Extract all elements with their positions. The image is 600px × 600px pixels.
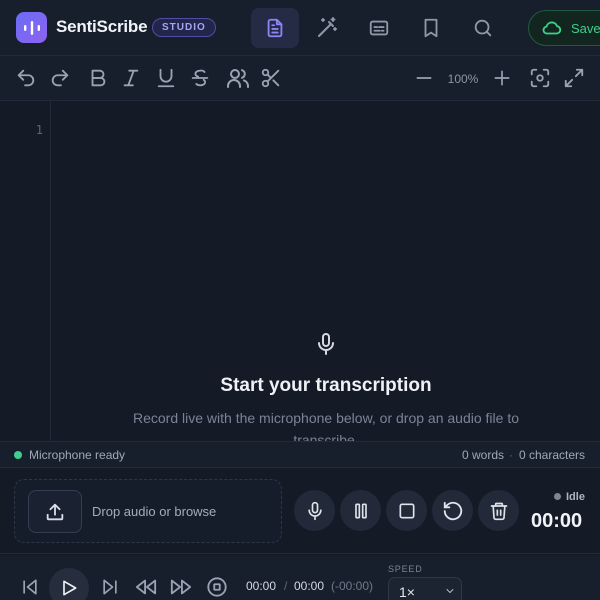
tab-bookmarks[interactable]	[407, 8, 455, 48]
skip-start-button[interactable]	[18, 575, 42, 599]
empty-state-subtitle: Record live with the microphone below, o…	[133, 410, 519, 441]
skip-forward-icon	[103, 579, 117, 595]
character-count: 0 characters	[519, 448, 586, 462]
save-status[interactable]: Saved	[528, 10, 600, 46]
waveform-icon	[23, 20, 40, 35]
speed-select[interactable]: 1×	[388, 577, 462, 600]
rewind-icon	[135, 579, 157, 595]
line-number: 1	[35, 123, 43, 137]
captions-icon	[369, 20, 389, 36]
redo-icon	[51, 69, 69, 87]
microphone-icon	[307, 501, 322, 520]
editor-toolbar: 100%	[0, 56, 600, 101]
count-separator: ·	[509, 448, 513, 462]
zoom-out-icon	[416, 77, 432, 79]
strikethrough-button[interactable]	[187, 65, 213, 91]
focus-mode-button[interactable]	[527, 65, 553, 91]
record-button[interactable]	[294, 490, 335, 531]
recording-timer: 00:00	[531, 510, 583, 532]
transcript-editor[interactable]: Start your transcription Record live wit…	[52, 101, 600, 441]
recorder-panel: Drop audio or browse Idle 00:00	[0, 468, 600, 554]
total-duration: 00:00	[294, 579, 325, 593]
play-icon	[63, 580, 77, 596]
cut-button[interactable]	[258, 65, 284, 91]
pause-button[interactable]	[340, 490, 381, 531]
reset-icon	[443, 501, 462, 520]
magic-wand-icon	[318, 17, 337, 37]
fullscreen-button[interactable]	[561, 65, 587, 91]
zoom-in-icon	[494, 70, 510, 86]
remaining-time: (-00:00)	[331, 579, 374, 593]
zoom-level: 100%	[447, 72, 479, 86]
app-header: SentiScribe STUDIO Saved	[0, 0, 600, 56]
redo-button[interactable]	[47, 65, 73, 91]
italic-icon	[123, 69, 139, 87]
speed-value: 1×	[399, 584, 415, 600]
microphone-icon	[314, 331, 338, 357]
studio-badge: STUDIO	[152, 18, 216, 37]
document-icon	[267, 18, 283, 38]
search-icon	[474, 19, 492, 37]
current-time: 00:00	[246, 579, 277, 593]
speakers-icon	[227, 69, 249, 88]
underline-icon	[157, 68, 175, 88]
pause-icon	[354, 503, 367, 518]
zoom-in-button[interactable]	[489, 65, 515, 91]
bold-button[interactable]	[85, 65, 111, 91]
stop-playback-button[interactable]	[205, 575, 229, 599]
tab-ai-enhance[interactable]	[303, 8, 351, 48]
zoom-out-button[interactable]	[411, 65, 437, 91]
strikethrough-icon	[191, 69, 209, 87]
undo-button[interactable]	[13, 65, 39, 91]
bold-icon	[91, 69, 106, 87]
speakers-button[interactable]	[225, 65, 251, 91]
audio-dropzone[interactable]: Drop audio or browse	[14, 479, 282, 543]
stop-circle-icon	[207, 577, 227, 597]
cloud-icon	[542, 21, 562, 35]
word-count: 0 words	[462, 448, 505, 462]
rewind-button[interactable]	[134, 575, 158, 599]
playback-bar: 00:00 / 00:00 (-00:00) SPEED 1×	[0, 555, 600, 600]
delete-button[interactable]	[478, 490, 519, 531]
undo-icon	[17, 69, 35, 87]
line-gutter: 1	[0, 101, 51, 441]
play-button[interactable]	[49, 568, 89, 600]
upload-button[interactable]	[28, 490, 82, 533]
saved-label: Saved	[571, 20, 600, 36]
mic-status: Microphone ready	[29, 448, 126, 462]
app-name: SentiScribe	[56, 17, 148, 36]
fullscreen-icon	[564, 68, 584, 88]
time-separator: /	[284, 579, 288, 593]
bookmark-icon	[424, 18, 438, 38]
empty-state-title: Start your transcription	[220, 375, 432, 396]
app-logo	[16, 12, 47, 43]
fast-forward-icon	[170, 579, 192, 595]
reset-button[interactable]	[432, 490, 473, 531]
skip-back-icon	[23, 579, 37, 595]
fast-forward-button[interactable]	[169, 575, 193, 599]
mic-status-dot	[14, 451, 22, 459]
skip-end-button[interactable]	[98, 575, 122, 599]
focus-icon	[530, 68, 550, 88]
tab-search[interactable]	[459, 8, 507, 48]
status-bar: Microphone ready 0 words · 0 characters	[0, 441, 600, 468]
dropzone-label: Drop audio or browse	[92, 504, 217, 519]
trash-icon	[490, 502, 507, 520]
scissors-icon	[261, 68, 280, 88]
upload-icon	[46, 503, 64, 520]
recorder-state-dot	[554, 493, 561, 500]
tab-document[interactable]	[251, 8, 299, 48]
stop-button[interactable]	[386, 490, 427, 531]
speed-label: SPEED	[388, 564, 423, 574]
tab-captions[interactable]	[355, 8, 403, 48]
underline-button[interactable]	[153, 65, 179, 91]
recorder-state: Idle	[566, 491, 585, 503]
chevron-down-icon	[444, 585, 456, 597]
stop-icon	[399, 503, 414, 518]
italic-button[interactable]	[118, 65, 144, 91]
